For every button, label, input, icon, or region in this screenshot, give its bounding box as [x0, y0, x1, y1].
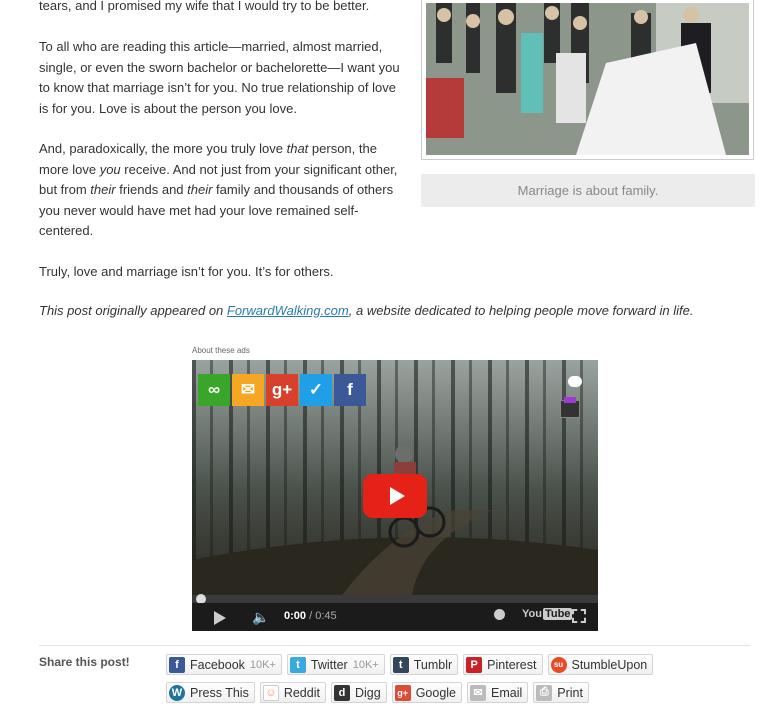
print-icon: ⎙ — [536, 684, 553, 701]
video-share-icons: ∞ ✉ g+ ✓ f — [198, 374, 366, 406]
share-pinterest-button[interactable]: P Pinterest — [463, 654, 543, 675]
share-count: 10K+ — [352, 658, 379, 671]
source-note: This post originally appeared on Forward… — [39, 303, 693, 318]
source-link[interactable]: ForwardWalking.com — [227, 303, 349, 318]
share-label: Reddit — [283, 685, 320, 700]
wedding-photo-illustration — [426, 3, 749, 155]
share-label: Print — [557, 685, 583, 700]
volume-icon[interactable]: 🔈 — [252, 609, 269, 626]
ads-label[interactable]: About these ads — [192, 346, 250, 355]
source-suffix: , a website dedicated to helping people … — [348, 303, 694, 318]
video-progress-bar[interactable] — [192, 595, 598, 603]
share-label: Facebook — [190, 657, 245, 672]
email-icon: ✉ — [470, 684, 486, 701]
text: friends and — [115, 182, 188, 197]
share-press-this-button[interactable]: W Press This — [166, 682, 255, 703]
gift-icon[interactable] — [560, 397, 580, 418]
youtube-logo-you: You — [522, 608, 542, 620]
share-tumblr-button[interactable]: t Tumblr — [389, 654, 459, 675]
watch-later-icon[interactable] — [494, 609, 505, 620]
chat-icon[interactable] — [568, 376, 582, 387]
share-facebook-button[interactable]: f Facebook 10K+ — [166, 654, 282, 675]
stumbleupon-icon: su — [550, 656, 567, 673]
share-label: Tumblr — [413, 657, 453, 672]
share-twitter-button[interactable]: t Twitter 10K+ — [286, 654, 385, 675]
reddit-icon: ☺ — [262, 684, 279, 701]
twitter-icon: t — [289, 656, 306, 673]
youtube-logo[interactable]: You Tube — [522, 608, 573, 620]
emphasis: that — [286, 141, 309, 156]
video-time: 0:00 / 0:45 — [284, 610, 337, 622]
twitter-icon[interactable]: ✓ — [300, 374, 332, 406]
article-paragraph: tears, and I promised my wife that I wou… — [39, 0, 370, 13]
time-current: 0:00 — [284, 610, 307, 622]
time-total: 0:45 — [315, 610, 337, 622]
fullscreen-icon[interactable] — [572, 609, 586, 623]
wedding-photo — [426, 3, 749, 155]
facebook-icon[interactable]: f — [334, 374, 366, 406]
pinterest-icon: P — [466, 656, 483, 673]
wordpress-icon: W — [169, 684, 185, 701]
time-separator: / — [306, 610, 316, 622]
wedding-photo-frame — [421, 0, 754, 160]
youtube-logo-tube: Tube — [542, 608, 573, 620]
digg-icon: d — [333, 684, 350, 701]
emphasis: you — [99, 161, 121, 177]
share-print-button[interactable]: ⎙ Print — [533, 682, 589, 703]
source-prefix: This post originally appeared on — [39, 303, 227, 318]
photo-caption: Marriage is about family. — [421, 174, 755, 207]
article-paragraph: To all who are reading this article—marr… — [39, 39, 400, 116]
emphasis: their — [187, 182, 213, 197]
emphasis: their — [90, 182, 116, 197]
share-google-button[interactable]: g+ Google — [391, 682, 462, 703]
share-label: Google — [415, 685, 456, 700]
share-label: Digg — [354, 685, 381, 700]
article-paragraph: Truly, love and marriage isn’t for you. … — [39, 264, 334, 279]
play-icon[interactable] — [214, 611, 226, 625]
link-icon[interactable]: ∞ — [198, 374, 230, 406]
email-icon[interactable]: ✉ — [232, 374, 264, 406]
google-plus-icon: g+ — [394, 684, 411, 701]
share-label: Email — [491, 685, 523, 700]
play-icon — [389, 487, 405, 505]
share-digg-button[interactable]: d Digg — [330, 682, 387, 703]
share-buttons-row-1: f Facebook 10K+ t Twitter 10K+ t Tumblr P Pint… — [166, 654, 654, 675]
google-plus-icon[interactable]: g+ — [266, 374, 298, 406]
share-count: 10K+ — [249, 658, 276, 671]
share-label: Twitter — [310, 657, 348, 672]
tumblr-icon: t — [392, 656, 409, 673]
video-controls: 🔈 0:00 / 0:45 You Tube — [192, 603, 598, 631]
share-reddit-button[interactable]: ☺ Reddit — [259, 682, 326, 703]
video-player[interactable]: ∞ ✉ g+ ✓ f 🔈 0:00 / 0:45 You Tube — [192, 360, 598, 631]
text: And, paradoxically, the more you truly l… — [39, 141, 287, 156]
share-title: Share this post! — [39, 655, 130, 669]
share-email-button[interactable]: ✉ Email — [467, 682, 529, 703]
share-label: StumbleUpon — [571, 657, 648, 672]
share-label: Press This — [190, 685, 249, 700]
divider — [39, 645, 750, 646]
share-stumbleupon-button[interactable]: su StumbleUpon — [547, 654, 654, 675]
facebook-icon: f — [169, 656, 185, 673]
share-buttons-row-2: W Press This ☺ Reddit d Digg g+ Google ✉ Emai… — [166, 682, 589, 703]
article-paragraph: And, paradoxically, the more you truly l… — [39, 139, 407, 242]
play-button[interactable] — [363, 474, 427, 518]
share-label: Pinterest — [487, 657, 537, 672]
video-frame: ∞ ✉ g+ ✓ f — [192, 360, 598, 595]
